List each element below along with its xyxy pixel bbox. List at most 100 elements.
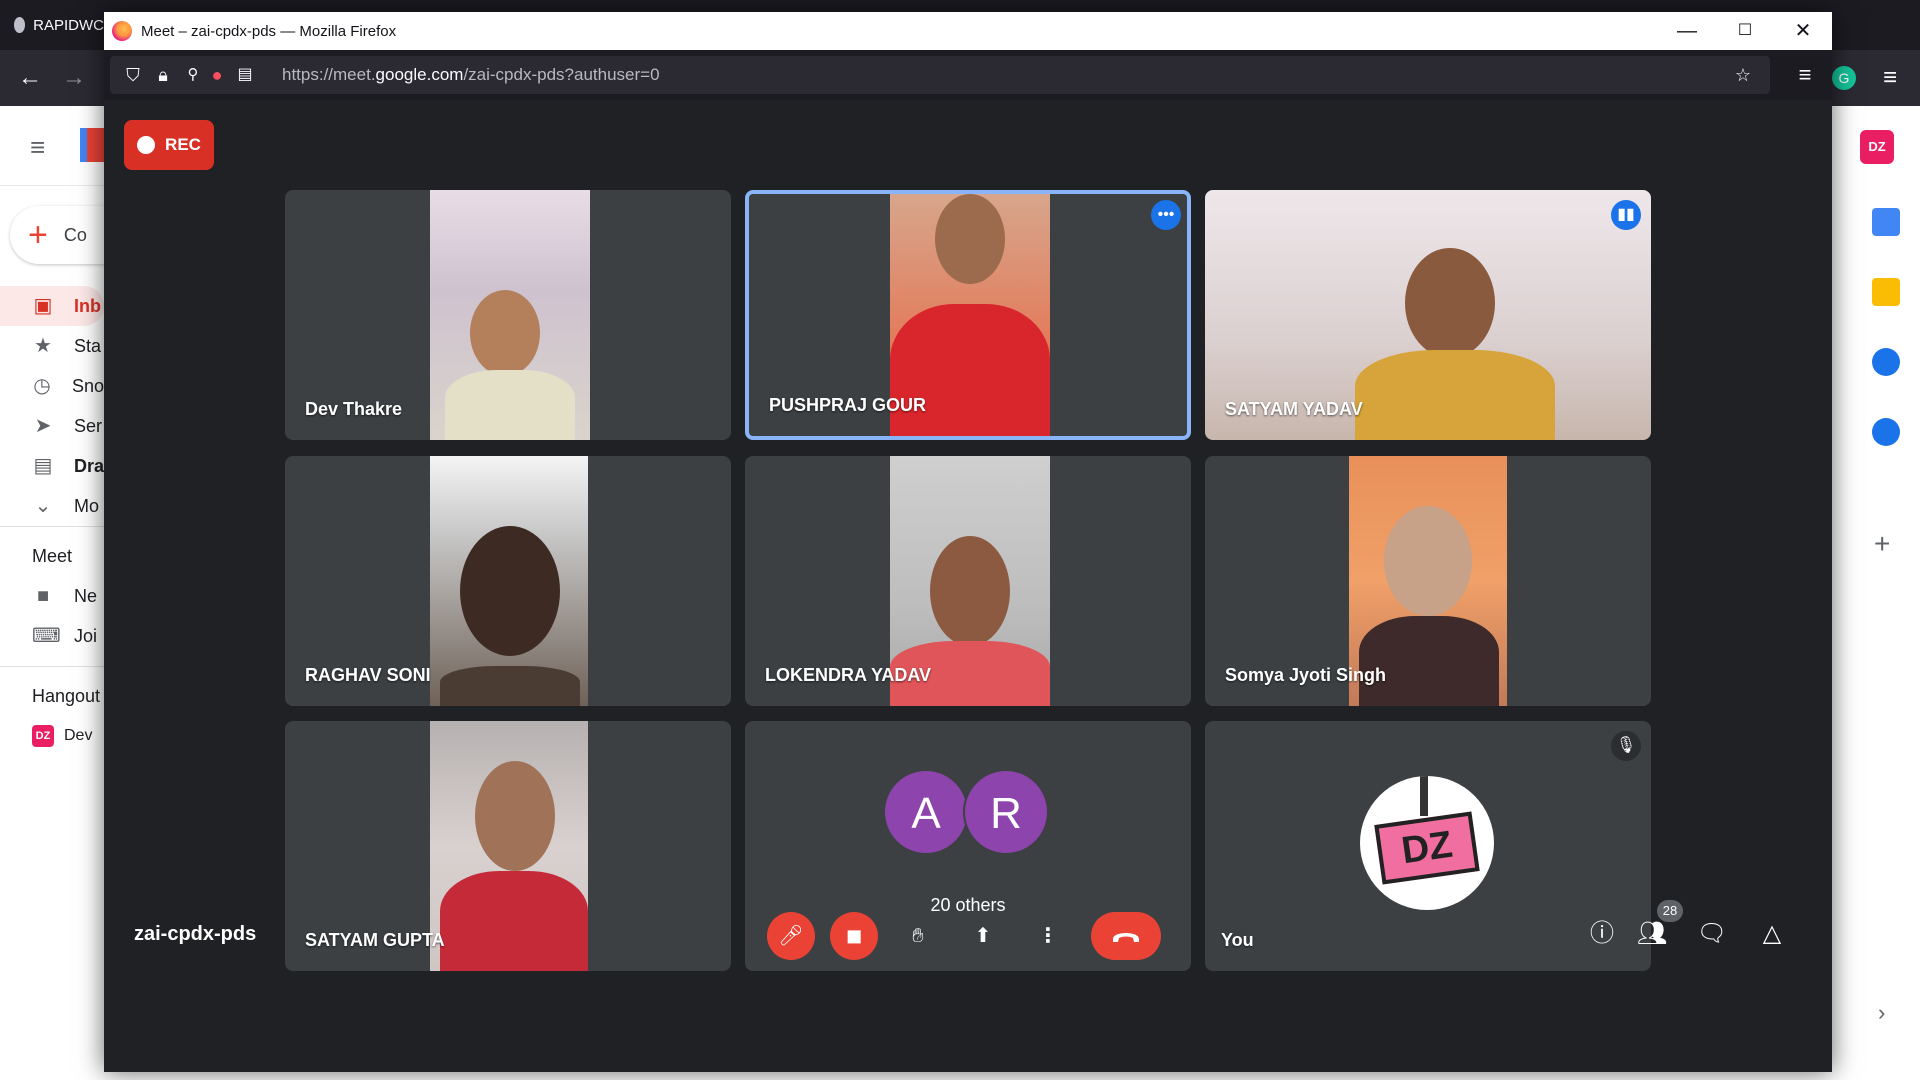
mic-toggle-button[interactable]: 🎤︎ [767,912,815,960]
gmail-side-panel: DZ [1832,106,1920,1080]
self-avatar: DZ [1360,776,1494,910]
sidebar-divider [0,666,104,667]
present-button[interactable]: ⬆ [959,912,1007,960]
background-tab-title: RAPIDWC [33,16,104,34]
shield-icon[interactable]: ⛉ [120,56,146,94]
participant-tile[interactable]: RAGHAV SONI [285,456,731,706]
inbox-icon: ▣ [33,295,53,317]
bookmark-star-icon[interactable]: ☆ [1730,56,1756,94]
face [475,761,555,871]
face [930,536,1010,646]
sidebar-item-starred[interactable]: ★ Sta [0,326,104,366]
participant-name: LOKENDRA YADAV [765,665,932,685]
participant-video [430,190,590,440]
camera-off-icon: ◼ [845,925,863,947]
background-tab[interactable]: RAPIDWC [0,0,104,50]
add-addon-icon[interactable]: + [1874,528,1890,560]
face [460,526,560,656]
participant-tile[interactable]: LOKENDRA YADAV [745,456,1191,706]
popup-url-bar: ⛉ 🔒︎ ⚲ ● ▤ https://meet.google.com/zai-c… [104,50,1832,100]
permissions-icon[interactable]: ⚲ [180,56,206,94]
popup-window-title: Meet – zai-cpdx-pds — Mozilla Firefox [141,22,397,40]
tab-favicon-icon [14,17,26,33]
participant-tile[interactable]: ••• PUSHPRAJ GOUR [745,190,1191,440]
sidebar-item-sent[interactable]: ➤ Ser [0,406,104,446]
gmail-logo-icon [80,128,104,162]
more-vert-icon: ⋮ [1038,925,1058,947]
reader-view-icon[interactable]: ▤ [232,56,258,94]
hamburger-menu-icon[interactable]: ≡ [1876,64,1904,92]
torso [1359,616,1499,706]
contact-avatar-icon: DZ [32,725,54,747]
info-icon: ⓘ [1590,920,1614,947]
address-field[interactable]: ⛉ 🔒︎ ⚲ ● ▤ https://meet.google.com/zai-c… [110,56,1770,94]
contacts-icon[interactable] [1872,418,1900,446]
participant-name: SATYAM YADAV [1225,399,1363,419]
chat-icon: 🗨︎ [1696,920,1728,947]
close-icon[interactable]: ✕ [1774,12,1832,50]
hangouts-contact[interactable]: DZ Dev [0,716,104,756]
dz-logo-icon: DZ [1374,811,1480,885]
lock-icon[interactable]: 🔒︎ [150,56,176,94]
face [470,290,540,376]
avatar: A [883,769,969,855]
tasks-icon[interactable] [1872,348,1900,376]
sidebar-item-inbox[interactable]: ▣ Inb [0,286,104,326]
chevron-right-icon[interactable]: › [1878,1000,1885,1026]
more-options-button[interactable]: ⋮ [1024,912,1072,960]
meet-section-title: Meet [32,546,73,566]
compose-plus-icon: + [28,215,48,254]
avatar: R [963,769,1049,855]
mic-off-icon: 🎙︎ [1611,731,1641,761]
popup-menu-icon[interactable]: ≡ [1792,56,1818,94]
sidebar-item-join-meeting[interactable]: ⌨ Joi [0,616,104,656]
more-options-icon[interactable]: ••• [1151,200,1181,230]
participant-tile[interactable]: Somya Jyoti Singh [1205,456,1651,706]
chat-button[interactable]: 🗨︎ [1690,912,1734,956]
compose-label: Co [63,224,87,245]
sidebar-item-new-meeting[interactable]: ■ Ne [0,576,104,616]
participant-tile[interactable]: Dev Thakre [285,190,731,440]
leave-call-button[interactable] [1091,912,1161,960]
grammarly-extension-icon[interactable]: G [1832,66,1856,90]
meeting-details-button[interactable]: ⓘ [1580,912,1624,956]
participant-name: SATYAM GUPTA [305,930,445,950]
raise-hand-button[interactable]: ✋︎ [894,912,942,960]
back-arrow-icon[interactable]: ← [16,64,44,92]
microphone-sharing-icon[interactable]: ● [204,56,230,94]
participant-tile[interactable]: ▮▮ SATYAM YADAV [1205,190,1651,440]
participant-name: You [1221,930,1254,950]
video-icon: ■ [36,585,50,607]
gmail-sidebar: + Co ▣ Inb ★ Sta ◷ Sno ➤ Ser ▤ Dra ⌄ Mo … [0,186,130,1080]
participant-tile[interactable]: SATYAM GUPTA [285,721,731,971]
participant-name: Somya Jyoti Singh [1225,665,1387,685]
sidebar-item-label: Dra [73,455,104,476]
torso [445,370,575,440]
meet-popup-window: Meet – zai-cpdx-pds — Mozilla Firefox — … [104,12,1832,1072]
hangouts-contact-name: Dev [64,727,93,744]
sidebar-item-label: Joi [74,625,98,646]
clock-icon: ◷ [33,375,51,397]
torso [440,871,588,971]
keyboard-icon: ⌨ [32,625,61,647]
gmail-main-menu-icon[interactable]: ≡ [30,132,45,163]
sidebar-item-more[interactable]: ⌄ Mo [0,486,104,526]
popup-title-bar: Meet – zai-cpdx-pds — Mozilla Firefox — … [104,12,1832,50]
forward-arrow-icon[interactable]: → [60,64,88,92]
activities-button[interactable]: △ [1750,912,1794,956]
participant-video [430,456,588,706]
sidebar-item-drafts[interactable]: ▤ Dra [0,446,104,486]
chain-icon [1420,776,1428,816]
face [935,194,1005,284]
calendar-icon[interactable] [1872,208,1900,236]
account-avatar-icon[interactable]: DZ [1860,130,1894,164]
sidebar-item-snoozed[interactable]: ◷ Sno [0,366,104,406]
meet-stage: REC Dev Thakre ••• PUSHPRAJ GOUR ▮▮ SATY… [104,100,1832,1072]
meeting-code: zai-cpdx-pds [134,923,257,945]
maximize-icon[interactable]: ☐ [1716,12,1774,50]
phone-hangup-icon [1113,933,1139,942]
torso [890,304,1050,436]
keep-icon[interactable] [1872,278,1900,306]
minimize-icon[interactable]: — [1658,12,1716,50]
camera-toggle-button[interactable]: ◼ [830,912,878,960]
